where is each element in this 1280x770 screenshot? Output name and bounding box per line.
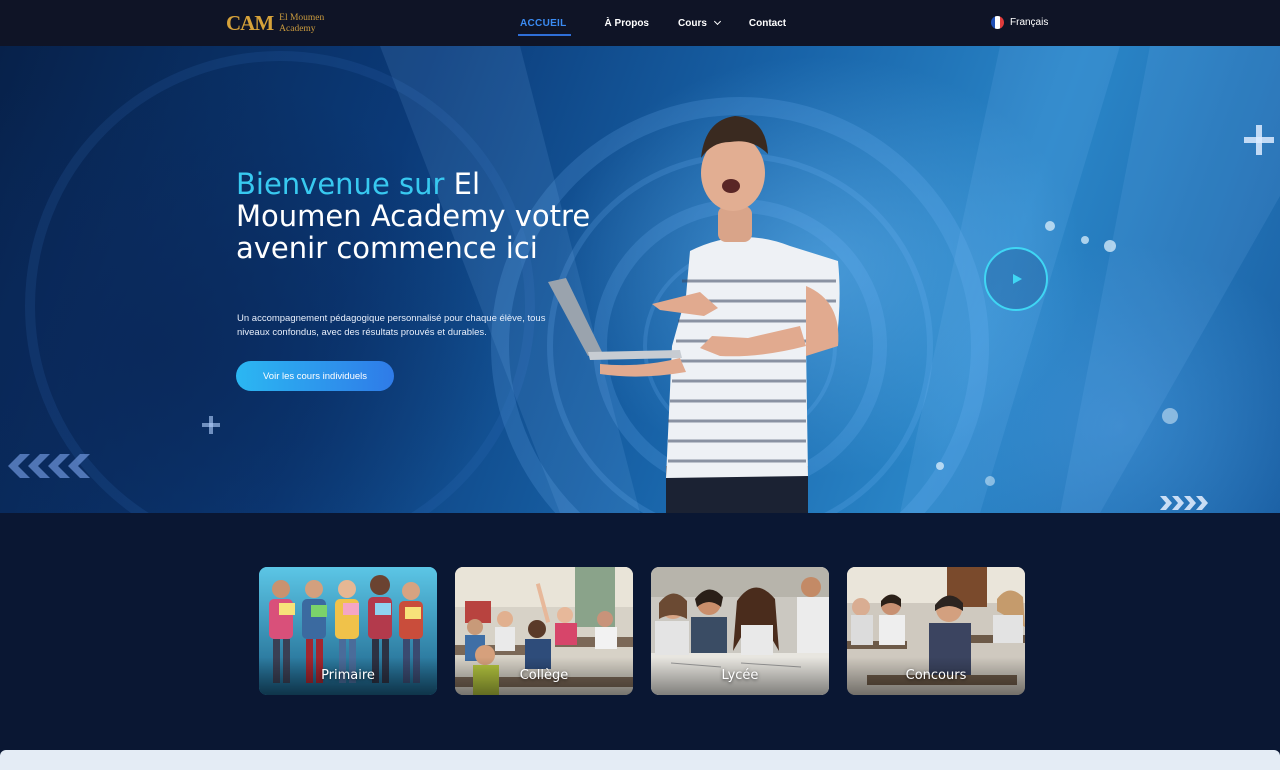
nav-cours[interactable]: Cours <box>678 0 721 46</box>
hero-subtitle: Un accompagnement pédagogique personnali… <box>237 313 546 338</box>
category-card-lycee[interactable]: Lycée <box>651 567 829 695</box>
hero-title-highlight: Bienvenue sur <box>236 167 445 201</box>
category-card-concours[interactable]: Concours <box>847 567 1025 695</box>
logo-line-1: El Moumen <box>279 12 325 23</box>
logo-line-2: Academy <box>279 23 316 34</box>
language-selector[interactable]: Français <box>991 16 1048 29</box>
language-label: Français <box>1010 17 1049 28</box>
category-label-concours: Concours <box>905 668 967 683</box>
view-individual-courses-button[interactable]: Voir les cours individuels <box>236 361 394 391</box>
logo-text: El Moumen Academy <box>279 13 324 35</box>
category-card-primaire[interactable]: Primaire <box>259 567 437 695</box>
category-label-college: Collège <box>519 668 569 683</box>
category-card-college[interactable]: Collège <box>455 567 633 695</box>
nav-a-propos[interactable]: À Propos <box>605 0 649 46</box>
play-video-button[interactable] <box>984 247 1048 311</box>
nav-accueil[interactable]: ACCUEIL <box>518 0 571 46</box>
category-label-lycee: Lycée <box>721 668 759 683</box>
chevron-down-icon <box>713 17 721 26</box>
france-flag-icon <box>991 16 1004 29</box>
hero-section: Bienvenue sur El Moumen Academy votre av… <box>0 46 1280 513</box>
level-categories: Primaire Collège Lycée Concours <box>259 567 1025 695</box>
top-navbar: CAM El Moumen Academy ACCUEIL À Propos C… <box>0 0 1280 46</box>
logo-mark: CAM <box>226 11 274 35</box>
hero-background-art <box>8 46 1280 513</box>
category-label-primaire: Primaire <box>321 668 375 683</box>
play-icon <box>1013 274 1022 284</box>
nav-contact[interactable]: Contact <box>749 0 786 46</box>
next-section-edge <box>0 750 1280 770</box>
hero-title: Bienvenue sur El Moumen Academy votre av… <box>236 168 596 264</box>
brand-logo[interactable]: CAM El Moumen Academy <box>226 11 324 36</box>
nav-cours-label: Cours <box>678 17 707 29</box>
main-nav: ACCUEIL À Propos Cours Contact <box>518 0 786 46</box>
